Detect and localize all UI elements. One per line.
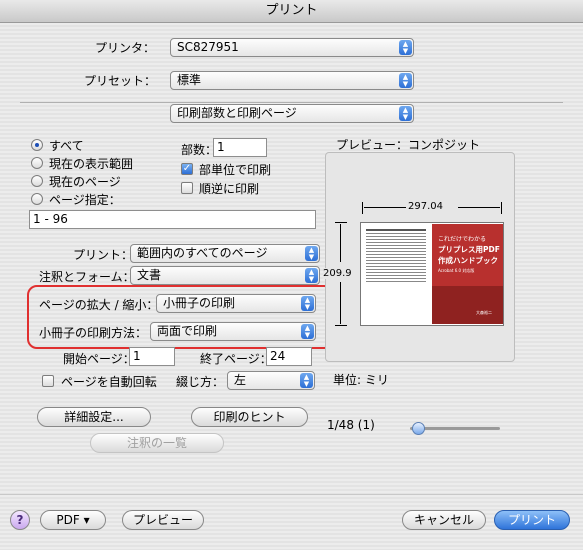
end-page-label: 終了ページ：: [200, 352, 272, 366]
radio-page-specified[interactable]: [31, 193, 43, 205]
copies-input[interactable]: 1: [213, 138, 267, 157]
updown-arrows-icon: ▲ ▼: [399, 106, 412, 121]
advanced-settings-button[interactable]: 詳細設定...: [37, 407, 151, 427]
pdf-button[interactable]: PDF ▾: [40, 510, 106, 530]
updown-arrows-icon: ▲ ▼: [305, 246, 318, 261]
updown-arrows-icon: ▲ ▼: [300, 373, 313, 388]
window-title: プリント: [265, 3, 318, 18]
binding-value: 左: [234, 373, 247, 387]
divider: [20, 102, 563, 103]
panel-value: 印刷部数と印刷ページ: [177, 106, 297, 120]
cover-line-2: プリプレス用PDF: [438, 245, 500, 254]
reverse-label: 順逆に印刷: [199, 182, 260, 196]
window-titlebar[interactable]: プリント: [0, 0, 583, 23]
front-cover: これだけでわかる プリプレス用PDF 作成ハンドブック Acrobat 6.0 …: [432, 224, 503, 324]
scale-select[interactable]: 小冊子の印刷 ▲ ▼: [156, 294, 316, 313]
print-tips-button[interactable]: 印刷のヒント: [191, 407, 308, 427]
divider: [0, 494, 583, 495]
cancel-button[interactable]: キャンセル: [402, 510, 486, 530]
booklet-value: 両面で印刷: [157, 324, 218, 338]
printer-select[interactable]: SC827951 ▲ ▼: [170, 38, 414, 57]
booklet-label: 小冊子の印刷方法：: [39, 326, 148, 340]
slider-thumb[interactable]: [412, 422, 425, 435]
auto-rotate-label: ページを自動回転: [61, 375, 157, 389]
preset-value: 標準: [177, 73, 202, 87]
annot-label: 注釈とフォーム：: [39, 270, 135, 284]
updown-arrows-icon: ▲ ▼: [305, 268, 318, 283]
print-scope-select[interactable]: 範囲内のすべてのページ ▲ ▼: [130, 244, 320, 263]
start-page-label: 開始ページ：: [63, 352, 135, 366]
updown-arrows-icon: ▲ ▼: [399, 40, 412, 55]
radio-current-range[interactable]: [31, 157, 43, 169]
height-value: 209.9: [323, 268, 352, 279]
print-scope-value: 範囲内のすべてのページ: [137, 246, 268, 260]
updown-arrows-icon: ▲ ▼: [301, 296, 314, 311]
width-value: 297.04: [408, 201, 443, 212]
radio-page-specified-label: ページ指定：: [49, 193, 121, 207]
help-button[interactable]: ?: [10, 510, 30, 530]
preview-button[interactable]: プレビュー: [122, 510, 204, 530]
scale-label: ページの拡大 / 縮小：: [39, 298, 159, 312]
radio-current-page[interactable]: [31, 175, 43, 187]
width-dimension: 297.04: [362, 201, 502, 214]
preset-label: プリセット：: [84, 74, 157, 88]
cover-line-1: これだけでわかる: [438, 236, 487, 243]
binding-label: 綴じ方：: [176, 375, 225, 389]
collate-label: 部単位で印刷: [199, 163, 272, 177]
annot-select[interactable]: 文書 ▲ ▼: [130, 266, 320, 285]
start-page-input[interactable]: 1: [129, 347, 175, 366]
unit-label: 単位: ミリ: [333, 373, 389, 387]
collate-checkbox[interactable]: ✓: [181, 163, 193, 175]
print-scope-label: プリント：: [73, 248, 134, 262]
annot-value: 文書: [137, 268, 162, 282]
updown-arrows-icon: ▲ ▼: [301, 324, 314, 339]
annotation-list-button[interactable]: 注釈の一覧: [90, 433, 224, 453]
end-page-input[interactable]: 24: [266, 347, 312, 366]
binding-select[interactable]: 左 ▲ ▼: [227, 371, 315, 390]
printer-value: SC827951: [177, 40, 239, 54]
panel-select[interactable]: 印刷部数と印刷ページ ▲ ▼: [170, 104, 414, 123]
printer-label: プリンタ：: [95, 41, 156, 55]
cover-line-3: 作成ハンドブック: [438, 256, 498, 265]
page-range-input[interactable]: 1 - 96: [29, 210, 316, 229]
back-cover-text: [366, 229, 426, 319]
page-counter: 1/48 (1): [327, 418, 375, 432]
radio-current-page-label: 現在のページ: [49, 175, 121, 189]
reverse-checkbox[interactable]: [181, 182, 193, 194]
page-slider[interactable]: [410, 422, 500, 436]
radio-all-pages[interactable]: [31, 139, 43, 151]
auto-rotate-checkbox[interactable]: [42, 375, 54, 387]
cover-author: 大森裕二: [476, 310, 492, 315]
page-preview: これだけでわかる プリプレス用PDF 作成ハンドブック Acrobat 6.0 …: [360, 222, 504, 326]
cover-subtitle: Acrobat 6.0 対応版: [438, 268, 475, 273]
print-button[interactable]: プリント: [494, 510, 570, 530]
preset-select[interactable]: 標準 ▲ ▼: [170, 71, 414, 90]
booklet-select[interactable]: 両面で印刷 ▲ ▼: [150, 322, 316, 341]
updown-arrows-icon: ▲ ▼: [399, 73, 412, 88]
preview-title: プレビュー：コンポジット: [336, 138, 481, 152]
radio-current-range-label: 現在の表示範囲: [49, 157, 134, 171]
copies-label: 部数：: [181, 143, 218, 157]
radio-all-label: すべて: [49, 139, 84, 153]
scale-value: 小冊子の印刷: [163, 296, 236, 310]
